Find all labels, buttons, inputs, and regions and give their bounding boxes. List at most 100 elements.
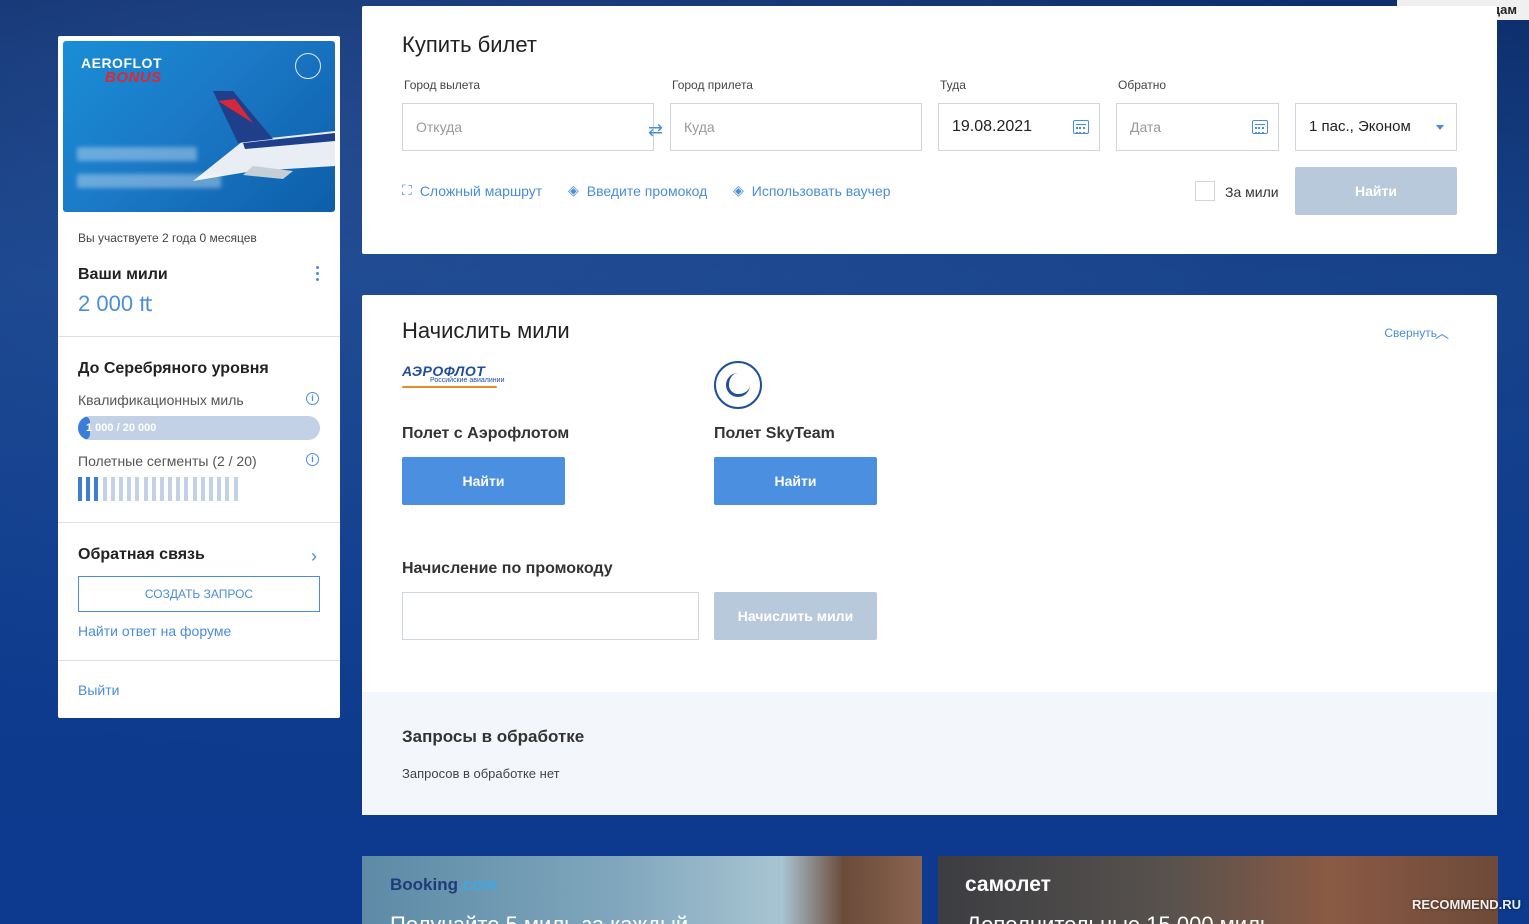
aeroflot-logo: АЭРОФЛОТ Российские авиалинии [402,363,504,388]
from-label: Город вылета [404,78,481,92]
promo-code-label: Введите промокод [586,182,708,199]
pending-requests: Запросы в обработке Запросов в обработке… [362,692,1497,815]
voucher-label: Использовать ваучер [751,182,891,199]
buy-ticket-panel: Купить билет Город вылета Откуда ⇄ Город… [362,6,1497,254]
qualifying-miles-progress: 1 000 / 20 000 [78,416,320,440]
complex-route-link[interactable]: ⛶ Сложный маршрут [402,182,542,199]
segment-mark [233,477,238,501]
segment-mark [151,477,156,501]
pending-requests-empty: Запросов в обработке нет [402,766,560,781]
chevron-up-icon[interactable]: ︿ [1435,323,1449,343]
return-date-placeholder: Дата [1130,119,1162,135]
passengers-select[interactable]: 1 пас., Эконом [1295,103,1457,151]
info-icon[interactable]: i [306,392,319,405]
to-label: Город прилета [672,78,753,92]
card-holder-blurred [77,174,221,188]
passengers-value: 1 пас., Эконом [1309,118,1411,135]
segment-mark [86,477,91,501]
qualifying-miles-label: Квалификационных миль [78,392,244,408]
for-miles-label: За мили [1225,184,1279,200]
segment-mark [143,477,148,501]
miles-title: Ваши мили [78,266,168,283]
return-date-input[interactable]: Дата [1116,103,1279,151]
flight-segments-bar [78,477,238,501]
segment-mark [102,477,107,501]
aeroflot-logo-underline [402,386,497,388]
loyalty-card: AEROFLOT BONUS [63,41,335,212]
segment-mark [127,477,132,501]
calendar-icon[interactable] [1073,120,1089,134]
divider [58,522,340,523]
segment-mark [110,477,115,501]
return-label: Обратно [1118,78,1167,92]
to-input[interactable]: Куда [670,103,922,151]
miles-balance: 2 000 ₶ [78,291,153,316]
segment-mark [176,477,181,501]
promo-code-input[interactable] [402,592,699,640]
airplane-icon [193,91,335,181]
samolet-promo-tile[interactable]: самолет Дополнительные 15 000 миль [938,856,1498,924]
route-icon: ⛶ [402,182,412,198]
skyteam-logo-icon [714,361,762,409]
pending-requests-title: Запросы в обработке [402,727,585,746]
recommend-watermark: RECOMMEND.RU [1411,897,1521,912]
collapse-link[interactable]: Свернуть [1384,326,1437,340]
segment-mark [118,477,123,501]
tag-icon: ◈ [568,182,579,198]
depart-label: Туда [940,78,966,92]
calendar-icon[interactable] [1252,120,1268,134]
samolet-headline: Дополнительные 15 000 миль [966,912,1271,924]
voucher-link[interactable]: ◈ Использовать ваучер [733,182,891,199]
divider [58,660,340,661]
booking-logo: Booking.com [390,875,498,894]
segment-mark [159,477,164,501]
feedback-title: Обратная связь [78,546,205,563]
booking-headline: Получайте 5 миль за каждый [390,912,688,924]
segment-mark [192,477,197,501]
chevron-right-icon[interactable]: › [311,546,317,567]
divider [58,336,340,337]
silver-level-title: До Серебряного уровня [78,360,269,377]
from-input[interactable]: Откуда [402,103,654,151]
complex-route-label: Сложный маршрут [419,182,543,199]
earn-miles-title: Начислить мили [402,318,570,343]
flight-segments-label: Полетные сегменты (2 / 20) [78,453,257,469]
logout-link[interactable]: Выйти [78,682,119,698]
promo-code-link[interactable]: ◈ Введите промокод [568,182,707,199]
aeroflot-logo-subtitle: Российские авиалинии [430,377,505,384]
segment-mark [135,477,140,501]
find-aeroflot-flight-button[interactable]: Найти [402,457,565,505]
voucher-icon: ◈ [733,182,744,198]
forum-link[interactable]: Найти ответ на форуме [78,623,231,639]
booking-promo-tile[interactable]: Booking.com Получайте 5 миль за каждый [362,856,922,924]
create-request-button[interactable]: СОЗДАТЬ ЗАПРОС [78,576,320,612]
promo-accrual-title: Начисление по промокоду [402,560,613,577]
card-brand-bonus: BONUS [105,69,162,86]
segment-mark [200,477,205,501]
segment-mark [225,477,230,501]
accrue-miles-button[interactable]: Начислить мили [714,592,877,640]
chevron-down-icon [1436,125,1444,130]
segment-mark [78,477,82,501]
segment-mark [168,477,173,501]
earn-miles-panel: Начислить мили Свернуть ︿ АЭРОФЛОТ Росси… [362,295,1497,815]
segment-mark [217,477,222,501]
swap-icon[interactable]: ⇄ [648,120,663,141]
segment-mark [209,477,213,501]
depart-date-value: 19.08.2021 [952,118,1033,135]
find-ticket-button[interactable]: Найти [1295,167,1457,215]
depart-date-input[interactable]: 19.08.2021 [938,103,1100,151]
info-icon[interactable]: i [306,453,319,466]
for-miles-checkbox[interactable] [1195,181,1215,201]
samolet-logo: самолет [965,873,1051,896]
skyteam-flight-title: Полет SkyTeam [714,425,835,442]
find-skyteam-flight-button[interactable]: Найти [714,457,877,505]
account-sidebar: AEROFLOT BONUS Вы участвуете 2 года 0 ме… [58,36,340,718]
aeroflot-flight-title: Полет с Аэрофлотом [402,425,570,442]
more-options-icon[interactable] [313,264,321,286]
participation-duration: Вы участвуете 2 года 0 месяцев [78,231,257,245]
progress-text: 1 000 / 20 000 [86,422,157,434]
segment-mark [94,477,99,501]
segment-mark [184,477,189,501]
buy-ticket-title: Купить билет [402,32,537,57]
